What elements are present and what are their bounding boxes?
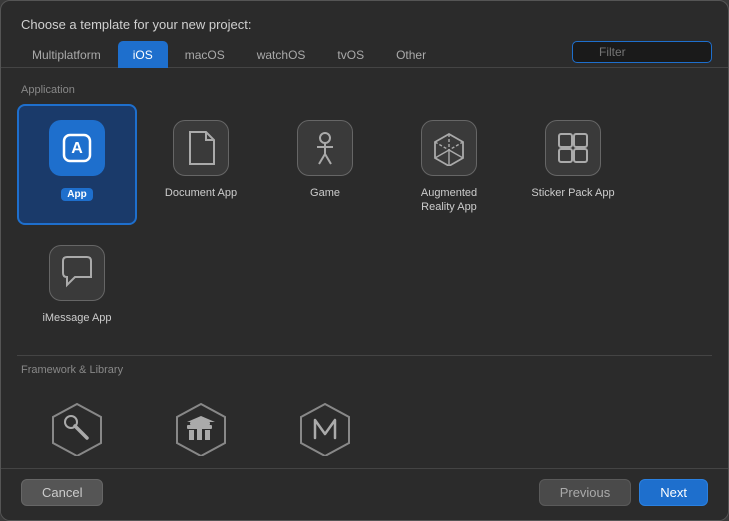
project-template-dialog: Choose a template for your new project: … <box>0 0 729 521</box>
filter-wrapper: ⌕ <box>572 41 712 63</box>
app-icon-bg: A <box>49 120 105 176</box>
imessage-app-icon-bg <box>49 245 105 301</box>
static-library-hex-icon <box>173 400 229 456</box>
footer-right: Previous Next <box>539 479 708 506</box>
ar-app-icon-wrapper <box>417 116 481 180</box>
static-library-icon-wrapper <box>169 396 233 460</box>
metal-library-hex-icon <box>297 400 353 456</box>
tab-other[interactable]: Other <box>381 41 441 68</box>
tab-multiplatform[interactable]: Multiplatform <box>17 41 116 68</box>
svg-text:A: A <box>71 140 83 157</box>
sticker-pack-icon-wrapper <box>541 116 605 180</box>
section-label-application: Application <box>17 84 712 96</box>
game-icon-bg <box>297 120 353 176</box>
section-divider <box>17 355 712 356</box>
game-icon-wrapper <box>293 116 357 180</box>
document-app-icon-bg <box>173 120 229 176</box>
filter-input[interactable] <box>572 41 712 63</box>
previous-button[interactable]: Previous <box>539 479 632 506</box>
game-label: Game <box>310 186 340 200</box>
dialog-footer: Cancel Previous Next <box>1 468 728 520</box>
filter-container: ⌕ <box>572 41 712 67</box>
document-app-label: Document App <box>165 186 237 200</box>
ar-app-label: AugmentedReality App <box>421 186 477 215</box>
tab-ios[interactable]: iOS <box>118 41 168 68</box>
tab-tvos[interactable]: tvOS <box>322 41 379 68</box>
metal-library-icon-wrapper <box>293 396 357 460</box>
template-item-imessage-app[interactable]: iMessage App <box>17 229 137 335</box>
framework-grid: Framework <box>17 384 712 468</box>
sticker-pack-icon-bg <box>545 120 601 176</box>
static-library-icon <box>173 400 229 456</box>
tab-bar: Multiplatform iOS macOS watchOS tvOS Oth… <box>1 40 728 68</box>
next-button[interactable]: Next <box>639 479 708 506</box>
ar-app-icon-bg <box>421 120 477 176</box>
template-item-app[interactable]: A App <box>17 104 137 225</box>
application-grid: A App Document App <box>17 104 712 343</box>
cancel-button[interactable]: Cancel <box>21 479 103 506</box>
tab-macos[interactable]: macOS <box>170 41 240 68</box>
sticker-pack-icon <box>555 130 591 166</box>
template-item-metal-library[interactable]: Metal Library <box>265 384 385 468</box>
imessage-icon <box>59 255 95 291</box>
template-item-framework[interactable]: Framework <box>17 384 137 468</box>
app-icon-wrapper: A <box>45 116 109 180</box>
framework-icon-wrapper <box>45 396 109 460</box>
framework-icon <box>49 400 105 456</box>
app-label-badge: App <box>61 188 92 201</box>
template-item-ar-app[interactable]: AugmentedReality App <box>389 104 509 225</box>
template-item-static-library[interactable]: Static Library <box>141 384 261 468</box>
document-app-icon-wrapper <box>169 116 233 180</box>
ar-icon <box>431 130 467 166</box>
template-item-sticker-pack[interactable]: Sticker Pack App <box>513 104 633 225</box>
template-item-document-app[interactable]: Document App <box>141 104 261 225</box>
app-store-icon: A <box>60 131 94 165</box>
tab-watchos[interactable]: watchOS <box>242 41 321 68</box>
game-icon <box>307 130 343 166</box>
imessage-app-label: iMessage App <box>42 311 111 325</box>
framework-hex-icon <box>49 400 105 456</box>
dialog-title: Choose a template for your new project: <box>1 1 728 40</box>
sticker-pack-label: Sticker Pack App <box>531 186 614 200</box>
metal-library-icon <box>297 400 353 456</box>
template-item-game[interactable]: Game <box>265 104 385 225</box>
content-area: Application A App <box>1 68 728 468</box>
imessage-app-icon-wrapper <box>45 241 109 305</box>
section-label-framework: Framework & Library <box>17 364 712 376</box>
document-icon <box>185 130 217 166</box>
